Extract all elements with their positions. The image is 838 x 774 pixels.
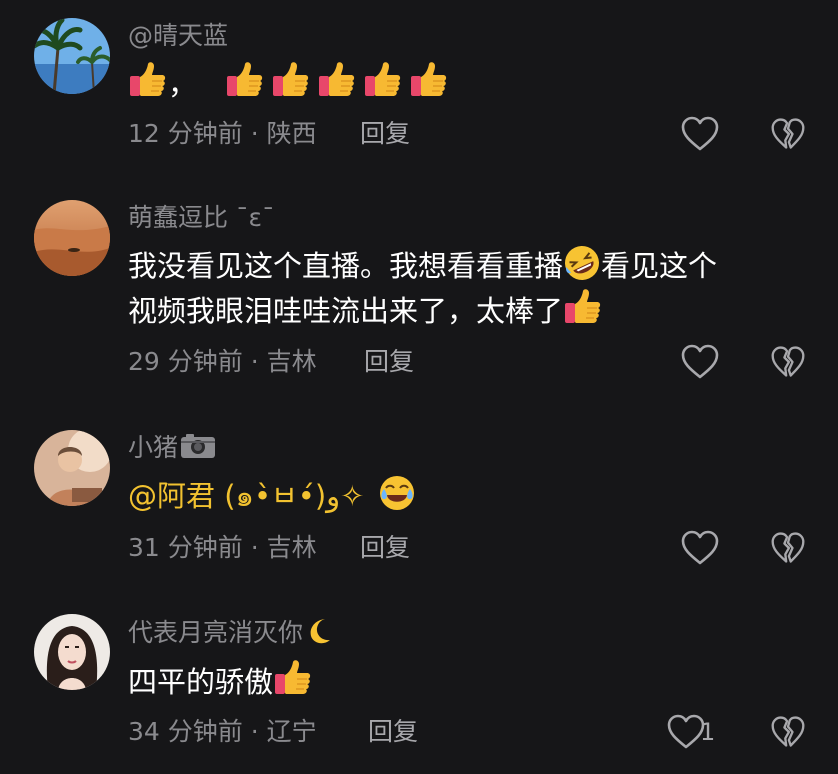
comment-time-location: 12 分钟前 · 陕西: [128, 119, 317, 148]
avatar[interactable]: [34, 614, 110, 690]
comment-text: @阿君 (๑•̀ㅂ•́)و✧: [128, 474, 798, 517]
thumbs-up-emoji: [409, 60, 449, 100]
heart-outline-icon[interactable]: [680, 116, 720, 152]
heart-outline-icon[interactable]: [680, 344, 720, 380]
broken-heart-icon[interactable]: [770, 714, 806, 750]
comment-item: 萌蠢逗比 ˉɛˉ 我没看见这个直播。我想看看重播 看见这个 视频我眼泪哇哇流出来了…: [0, 180, 838, 400]
mention-link[interactable]: @阿君 (๑•̀ㅂ•́)و✧: [128, 479, 364, 513]
thumbs-up-emoji: [225, 60, 265, 100]
username[interactable]: 代表月亮消灭你: [128, 616, 335, 649]
reply-button[interactable]: 回复: [360, 532, 410, 564]
thumbs-up-emoji: [271, 60, 311, 100]
comment-item: @晴天蓝 ， 12 分钟前 · 陕西 回复: [0, 0, 838, 180]
avatar[interactable]: [34, 200, 110, 276]
comment-text: 四平的骄傲: [128, 658, 798, 703]
comment-text: 我没看见这个直播。我想看看重播 看见这个 视频我眼泪哇哇流出来了，太棒了: [128, 244, 798, 332]
heart-outline-icon[interactable]: [680, 530, 720, 566]
avatar[interactable]: [34, 18, 110, 94]
thumbs-up-emoji: [317, 60, 357, 100]
thumbs-up-emoji: [273, 658, 313, 698]
broken-heart-icon[interactable]: [770, 344, 806, 380]
like-count: 1: [700, 718, 716, 746]
broken-heart-icon[interactable]: [770, 530, 806, 566]
thumbs-up-emoji: [363, 60, 403, 100]
username[interactable]: @晴天蓝: [128, 20, 228, 52]
crying-laughing-emoji: [379, 476, 414, 510]
username[interactable]: 萌蠢逗比 ˉɛˉ: [128, 202, 274, 234]
crescent-moon-emoji: [310, 619, 331, 644]
camera-emoji: [181, 434, 216, 458]
comment-item: 小猪 @阿君 (๑•̀ㅂ•́)و✧ 31 分钟前 · 吉林 回复: [0, 400, 838, 600]
comment-time-location: 34 分钟前 · 辽宁: [128, 717, 317, 746]
comment-item: 代表月亮消灭你 四平的骄傲 34 分钟前 · 辽宁 回复 1: [0, 600, 838, 774]
comment-text: ，: [128, 60, 798, 105]
rofl-emoji: [565, 246, 600, 280]
reply-button[interactable]: 回复: [364, 346, 414, 378]
broken-heart-icon[interactable]: [770, 116, 806, 152]
thumbs-up-emoji: [563, 287, 603, 327]
avatar[interactable]: [34, 430, 110, 506]
reply-button[interactable]: 回复: [360, 118, 410, 150]
username[interactable]: 小猪: [128, 432, 216, 464]
reply-button[interactable]: 回复: [368, 716, 418, 748]
thumbs-up-emoji: [128, 60, 168, 100]
comment-time-location: 31 分钟前 · 吉林: [128, 533, 317, 562]
comment-time-location: 29 分钟前 · 吉林: [128, 347, 317, 376]
